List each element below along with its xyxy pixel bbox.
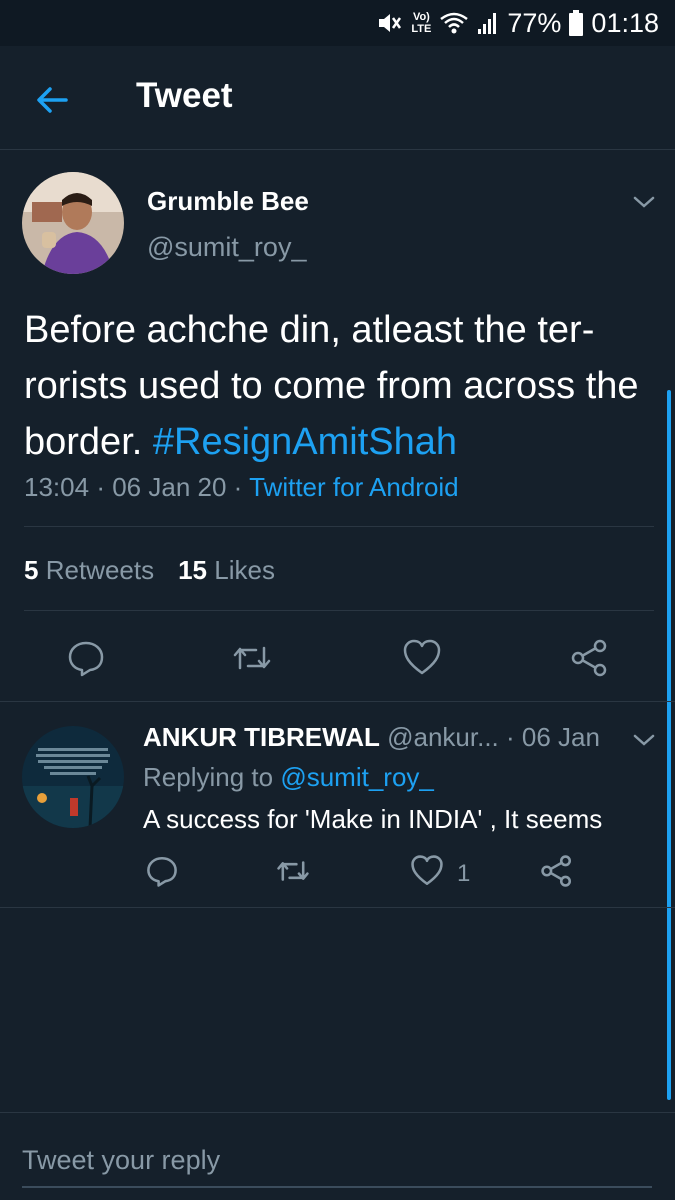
reply-icon (147, 856, 177, 887)
clock: 01:18 (591, 7, 659, 38)
retweet-icon (233, 646, 271, 670)
like-label: Likes (214, 555, 275, 585)
mention-link[interactable]: @sumit_roy_ (280, 762, 434, 792)
tweet-stats: 5 Retweets 15 Likes (24, 555, 275, 586)
tweet-actions (0, 630, 675, 686)
likes-stat[interactable]: 15 Likes (178, 555, 275, 586)
mute-icon (375, 9, 403, 37)
input-underline (22, 1186, 652, 1188)
meta-separator: · (96, 472, 105, 502)
reply-reply-button[interactable] (145, 854, 179, 888)
status-bar: Vo) LTE 77% 01:18 (0, 0, 675, 46)
reply-menu-button[interactable] (630, 726, 658, 754)
retweet-label: Retweets (45, 555, 155, 585)
retweet-button[interactable] (232, 638, 272, 678)
network-label: LTE (411, 23, 432, 35)
reply-icon (68, 641, 104, 677)
wifi-icon (439, 11, 469, 35)
avatar-photo (22, 172, 124, 274)
avatar-photo (22, 726, 124, 828)
battery-icon (569, 10, 584, 36)
reply-like-button[interactable] (410, 854, 444, 888)
heart-icon (411, 855, 443, 886)
reply-button[interactable] (66, 638, 106, 678)
battery-percent: 77% (507, 7, 562, 38)
share-icon (541, 855, 572, 887)
share-button[interactable] (570, 638, 610, 678)
author-name[interactable]: Grumble Bee (147, 186, 309, 217)
reply-date: · 06 Jan (506, 722, 600, 752)
volte-icon: Vo) LTE (411, 11, 431, 35)
reply-text: A success for 'Make in INDIA' , It seems (143, 804, 603, 834)
tweet-time: 13:04 (24, 472, 90, 502)
share-icon (571, 639, 607, 677)
divider (24, 610, 654, 611)
hashtag-link[interactable]: #ResignAmitShah (153, 421, 457, 463)
like-button[interactable] (402, 638, 442, 678)
chevron-down-icon (633, 734, 655, 746)
reply-like-count: 1 (457, 860, 471, 887)
replying-to-label: Replying to (143, 762, 281, 792)
author-avatar[interactable] (22, 172, 124, 274)
reply-share-button[interactable] (540, 854, 574, 888)
author-handle[interactable]: @sumit_roy_ (147, 232, 306, 263)
heart-icon (403, 639, 441, 675)
retweet-icon (277, 861, 309, 881)
like-count: 15 (178, 555, 208, 585)
signal-icon (477, 11, 499, 35)
reply-author-name[interactable]: ANKUR TIBREWAL (143, 722, 380, 752)
tweet-menu-button[interactable] (630, 188, 658, 216)
tweet-source-link[interactable]: Twitter for Android (249, 472, 459, 502)
reply-author-handle[interactable]: @ankur... (387, 722, 499, 752)
app-bar: Tweet (0, 46, 675, 150)
reply-header: ANKUR TIBREWAL @ankur... · 06 Jan (143, 722, 600, 753)
retweet-count: 5 (24, 555, 39, 585)
reply-retweet-button[interactable] (276, 854, 310, 888)
tweet-metadata: 13:04 · 06 Jan 20 · Twitter for Android (24, 472, 459, 503)
reply-input[interactable] (22, 1137, 652, 1183)
reply-author-avatar[interactable] (22, 726, 124, 828)
divider (24, 526, 654, 527)
tweet-text: Before achche din, atleast the ter­roris… (24, 302, 649, 470)
back-button[interactable] (30, 78, 74, 122)
arrow-left-icon (37, 87, 68, 113)
volte-label: Vo) (412, 11, 430, 23)
replying-to: Replying to @sumit_roy_ (143, 762, 434, 793)
retweets-stat[interactable]: 5 Retweets (24, 555, 154, 586)
tweet-date: 06 Jan 20 (112, 472, 227, 502)
chevron-down-icon (633, 196, 655, 208)
reply-tweet[interactable]: ANKUR TIBREWAL @ankur... · 06 Jan Replyi… (0, 701, 675, 908)
meta-separator: · (233, 472, 243, 502)
page-title: Tweet (136, 76, 233, 115)
